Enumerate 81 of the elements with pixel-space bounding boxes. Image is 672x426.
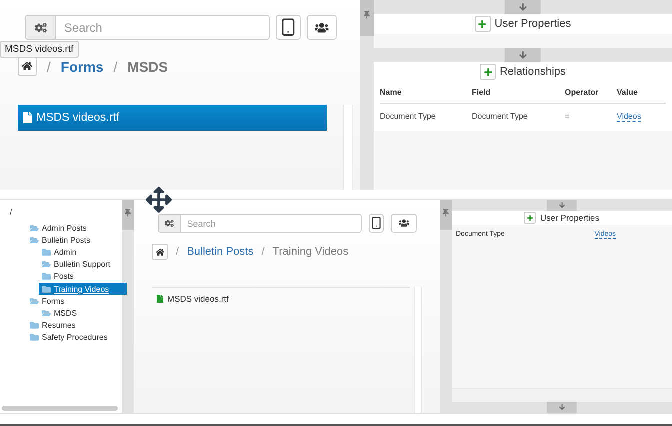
file-icon: [22, 112, 34, 124]
breadcrumb-separator: /: [176, 246, 180, 258]
table-cell-text: Document Type: [380, 111, 437, 123]
pin-icon[interactable]: [124, 209, 132, 217]
column-header: Operator: [565, 82, 617, 104]
panel-title: User Properties: [494, 18, 572, 30]
folder-icon: [30, 333, 39, 342]
folder-icon: [42, 248, 51, 257]
users-button[interactable]: [307, 15, 337, 40]
tree-item[interactable]: MSDS: [39, 307, 122, 320]
pin-icon[interactable]: [442, 209, 450, 217]
open-folder-icon: [30, 236, 39, 245]
users-icon: [398, 218, 410, 229]
collapse-button[interactable]: [505, 0, 541, 14]
plus-icon: [484, 68, 492, 76]
breadcrumb-link[interactable]: Bulletin Posts: [187, 246, 254, 258]
folder-icon: [30, 321, 39, 330]
tooltip: MSDS videos.rtf: [0, 41, 79, 58]
plus-icon: [478, 20, 488, 28]
gears-icon: [34, 22, 46, 34]
down-arrow-icon: [518, 2, 528, 12]
users-icon: [315, 20, 329, 34]
tree-item[interactable]: Admin: [39, 246, 122, 259]
search-field[interactable]: Search: [158, 214, 362, 233]
open-folder-icon: [30, 296, 39, 306]
tree-item[interactable]: Bulletin Support: [39, 258, 122, 271]
users-button[interactable]: [391, 214, 417, 233]
file-row[interactable]: MSDS videos.rtf: [18, 105, 327, 131]
settings-button[interactable]: [159, 215, 181, 232]
breadcrumb-current: Training Videos: [272, 246, 349, 258]
down-arrow-icon: [518, 50, 528, 60]
table-cell-text: =: [565, 111, 571, 123]
tree-item[interactable]: Bulletin Posts: [27, 234, 122, 246]
gears-icon: [165, 219, 174, 228]
tree-item[interactable]: Resumes: [27, 320, 122, 332]
breadcrumb-separator: /: [47, 58, 51, 74]
breadcrumb-current: MSDS: [128, 58, 168, 74]
search-field[interactable]: Search: [25, 15, 270, 40]
home-icon: [22, 61, 33, 72]
folder-icon: [42, 272, 51, 282]
panel-title: User Properties: [540, 213, 600, 223]
tree-root[interactable]: /: [10, 208, 122, 217]
open-folder-icon: [42, 260, 51, 270]
tree-item[interactable]: Posts: [39, 270, 122, 283]
collapse-button[interactable]: [547, 200, 577, 211]
down-arrow-icon: [558, 202, 566, 209]
breadcrumb-separator: /: [114, 58, 118, 74]
tree-item[interactable]: Safety Procedures: [27, 332, 122, 344]
home-button[interactable]: [18, 57, 37, 76]
pin-icon[interactable]: [363, 10, 371, 19]
tree-item[interactable]: Training Videos: [39, 282, 127, 296]
smartphone-icon: [370, 216, 383, 231]
file-row[interactable]: MSDS videos.rtf: [152, 292, 410, 306]
down-arrow-icon: [558, 404, 566, 411]
mobile-button[interactable]: [276, 15, 301, 40]
home-button[interactable]: [152, 244, 168, 260]
mobile-button[interactable]: [369, 214, 384, 233]
add-button[interactable]: [524, 212, 536, 224]
horizontal-scrollbar[interactable]: [2, 406, 118, 411]
add-button[interactable]: [480, 64, 496, 80]
plus-icon: [527, 214, 534, 222]
column-header: Field: [472, 82, 565, 104]
column-header: Name: [380, 82, 472, 104]
open-folder-icon: [30, 224, 39, 233]
value-link[interactable]: Videos: [617, 112, 642, 122]
add-button[interactable]: [474, 16, 491, 32]
folder-icon: [42, 284, 51, 294]
move-cursor-icon: [146, 187, 172, 213]
tree-item[interactable]: Forms: [27, 295, 122, 308]
table-cell-text: Document Type: [472, 111, 529, 123]
panel-title: Relationships: [500, 66, 566, 78]
collapse-button[interactable]: [505, 48, 541, 62]
home-icon: [156, 248, 164, 256]
settings-button[interactable]: [26, 16, 56, 39]
column-header: Value: [617, 82, 666, 104]
file-icon: [156, 294, 164, 304]
breadcrumb-separator: /: [262, 246, 265, 258]
collapse-button[interactable]: [547, 402, 577, 413]
open-folder-icon: [42, 308, 51, 318]
tree-item[interactable]: Admin Posts: [27, 222, 122, 234]
breadcrumb-link[interactable]: Forms: [60, 58, 104, 74]
